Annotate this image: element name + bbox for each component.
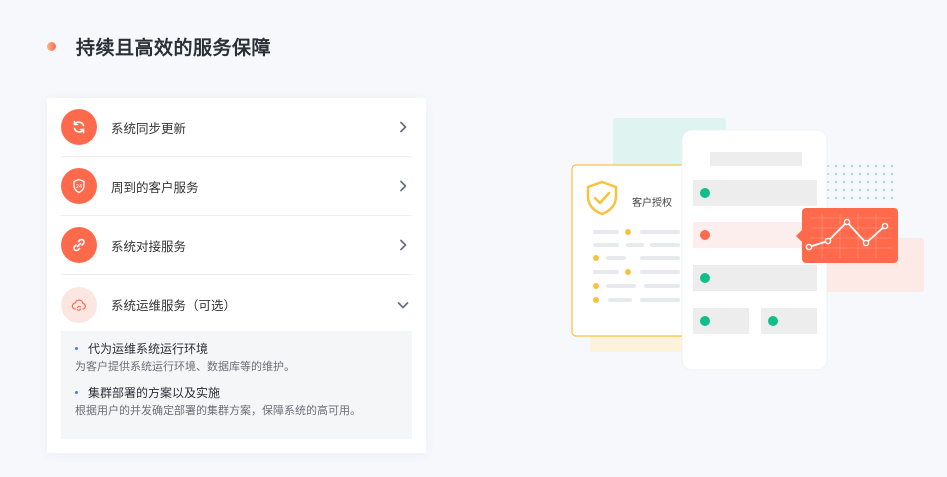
phone-row [693,265,817,291]
red-dot-icon [700,230,710,240]
trend-card [802,208,898,263]
green-dot-icon [768,316,778,326]
dot-grid [826,164,894,200]
detail-text: 为客户提供系统运行环境、数据库等的维护。 [75,360,295,373]
header-dot-icon [47,42,56,51]
detail-title: 代为运维系统运行环境 [88,341,209,356]
phone-row [693,180,817,206]
service-item-label: 系统同步更新 [111,120,187,136]
service-illustration: 客户授权 [560,110,930,380]
chevron-down-icon[interactable] [396,298,410,312]
bullet-icon [75,346,78,350]
green-dot-icon [700,316,710,326]
sync-icon [61,109,97,145]
detail-heading: 代为运维系统运行环境 [75,339,398,357]
green-dot-icon [700,273,710,283]
illustration-graphic [571,118,924,371]
detail-heading: 集群部署的方案以及实施 [75,383,398,401]
chevron-right-icon[interactable] [396,120,410,134]
service-item-label: 系统运维服务（可选） [111,298,237,313]
service-item-label: 系统对接服务 [111,238,187,254]
section-title: 持续且高效的服务保障 [76,37,272,59]
link-icon [61,227,97,263]
service-item-integration[interactable]: 系统对接服务 [61,216,412,275]
auth-card [571,164,699,337]
service-detail-panel: 代为运维系统运行环境 为客户提供系统运行环境、数据库等的维护。 集群部署的方案以… [61,331,412,439]
service-item-sync[interactable]: 系统同步更新 [61,98,412,157]
service-item-customer[interactable]: 24 周到的客户服务 [61,157,412,216]
chevron-right-icon[interactable] [396,238,410,252]
service-item-label: 周到的客户服务 [111,179,199,195]
phone-header-bar [710,152,802,166]
cloud-sync-icon [61,286,97,323]
svg-text:24: 24 [76,184,82,190]
shield-24-icon: 24 [61,168,97,204]
service-item-ops[interactable]: 系统运维服务（可选） [61,275,412,334]
green-dot-icon [700,188,710,198]
services-card: 系统同步更新 24 周到的客户服务 系统对接服务 系统运维服务（可选） 代为运维… [47,98,426,453]
auth-label: 客户授权 [632,198,672,209]
detail-title: 集群部署的方案以及实施 [88,385,221,400]
bullet-icon [75,390,78,394]
section-header: 持续且高效的服务保障 [47,33,271,60]
detail-text: 根据用户的并发确定部署的集群方案，保障系统的高可用。 [75,404,361,417]
chevron-right-icon[interactable] [396,179,410,193]
